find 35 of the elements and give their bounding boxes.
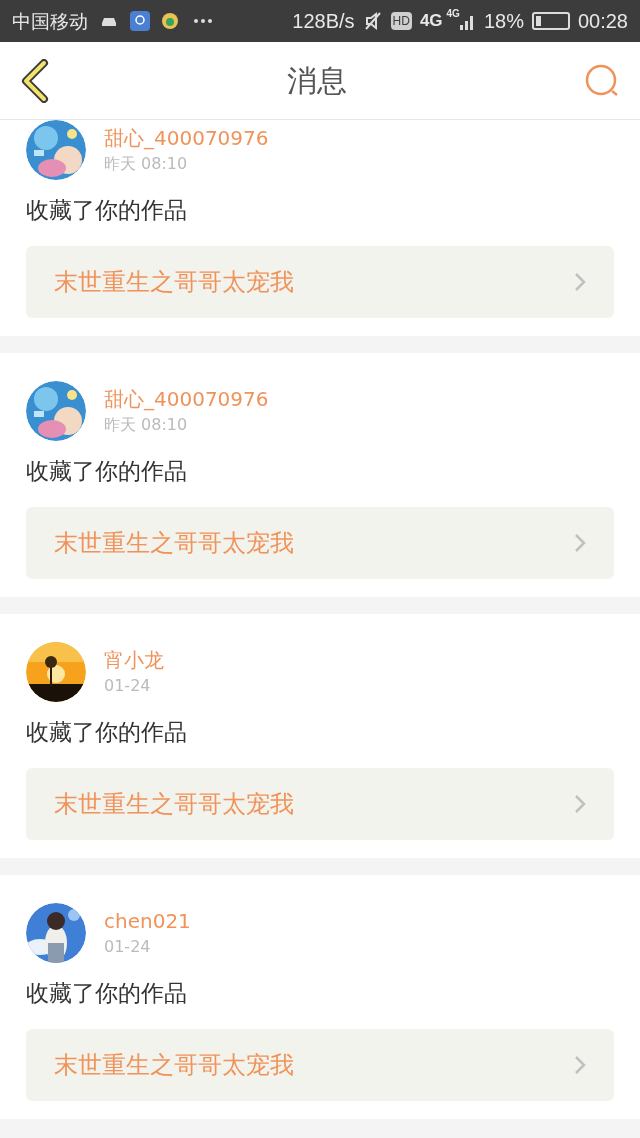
user-name[interactable]: 宵小龙: [104, 646, 164, 674]
more-icon: [194, 19, 212, 23]
network-speed: 128B/s: [292, 9, 355, 34]
user-name[interactable]: chen021: [104, 907, 191, 935]
message-time: 昨天 08:10: [104, 153, 189, 175]
page-title: 消息: [287, 62, 347, 100]
work-link[interactable]: 末世重生之哥哥太宠我: [26, 246, 614, 318]
app-icon: [162, 13, 178, 29]
back-button[interactable]: [20, 58, 50, 103]
message-text: 收藏了你的作品: [26, 979, 188, 1008]
work-link[interactable]: 末世重生之哥哥太宠我: [26, 1029, 614, 1101]
chevron-right-icon: [574, 533, 586, 553]
work-link[interactable]: 末世重生之哥哥太宠我: [26, 507, 614, 579]
message-time: 01-24: [104, 936, 152, 958]
message-text: 收藏了你的作品: [26, 457, 188, 486]
chevron-right-icon: [574, 794, 586, 814]
message-time: 01-24: [104, 675, 152, 697]
hd-badge: HD: [390, 12, 412, 30]
battery-percent: 18%: [483, 9, 524, 34]
signal-label: 4G: [446, 7, 460, 21]
carrier-name: 中国移动: [12, 8, 88, 34]
back-icon: [20, 58, 50, 103]
clock: 00:28: [577, 9, 628, 34]
user-name[interactable]: 甜心_400070976: [104, 385, 269, 413]
search-icon: [584, 62, 620, 99]
work-link[interactable]: 末世重生之哥哥太宠我: [26, 768, 614, 840]
mute-icon: [362, 11, 383, 31]
chevron-right-icon: [574, 1055, 586, 1075]
message-text: 收藏了你的作品: [26, 196, 188, 225]
network-type: 4G: [419, 10, 443, 33]
message-text: 收藏了你的作品: [26, 718, 188, 747]
user-name[interactable]: 甜心_400070976: [104, 124, 269, 152]
message-time: 昨天 08:10: [104, 414, 189, 436]
battery-icon: [531, 12, 570, 30]
chevron-right-icon: [574, 272, 586, 292]
